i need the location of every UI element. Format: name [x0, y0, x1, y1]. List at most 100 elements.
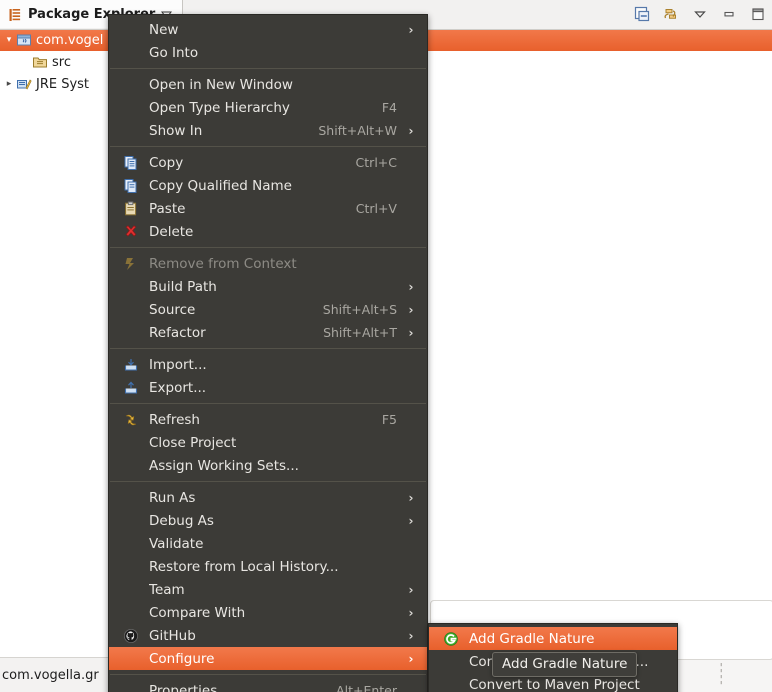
collapse-all-icon[interactable] [634, 6, 650, 22]
menu-item-open-in-new-window[interactable]: Open in New Window › [109, 73, 427, 96]
menu-item-open-type-hierarchy[interactable]: Open Type Hierarchy F4 › [109, 96, 427, 119]
menu-item-import[interactable]: Import... › [109, 353, 427, 376]
view-menu-icon[interactable] [692, 6, 708, 22]
menu-item-icon-placeholder [123, 605, 139, 621]
submenu-arrow-icon: › [408, 605, 414, 620]
submenu-arrow-icon: › [408, 22, 414, 37]
menu-separator [110, 247, 426, 248]
menu-item-shortcut: Shift+Alt+T [323, 325, 397, 340]
refresh-icon [123, 412, 139, 428]
menu-item-arrow-placeholder: › [405, 413, 417, 427]
minimize-icon[interactable] [721, 6, 737, 22]
menu-item-compare-with[interactable]: Compare With › [109, 601, 427, 624]
menu-item-copy-qualified-name[interactable]: Copy Qualified Name › [109, 174, 427, 197]
menu-item-paste[interactable]: Paste Ctrl+V › [109, 197, 427, 220]
menu-item-icon-placeholder [123, 279, 139, 295]
tooltip: Add Gradle Nature [492, 652, 638, 677]
menu-item-label: Run As [149, 489, 196, 506]
menu-item-copy[interactable]: Copy Ctrl+C › [109, 151, 427, 174]
context-menu[interactable]: New › Go Into › Open in New Window › Open Type… [108, 14, 428, 692]
menu-item-label: Configure [149, 650, 215, 667]
menu-item-label: Properties [149, 682, 218, 692]
menu-item-export[interactable]: Export... › [109, 376, 427, 399]
menu-item-label: Compare With [149, 604, 246, 621]
submenu-arrow-icon: › [408, 325, 414, 340]
menu-item-restore-from-local-history[interactable]: Restore from Local History... › [109, 555, 427, 578]
menu-separator [110, 674, 426, 675]
menu-item-label: Refresh [149, 411, 200, 428]
menu-item-icon-placeholder [123, 582, 139, 598]
submenu-arrow-icon: › [408, 582, 414, 597]
tree-twisty-icon[interactable]: ▾ [2, 29, 16, 51]
menu-item-icon-placeholder [123, 651, 139, 667]
submenu-item-icon-placeholder [443, 677, 459, 692]
menu-item-refactor[interactable]: Refactor Shift+Alt+T › [109, 321, 427, 344]
status-bar-handle[interactable] [669, 658, 772, 692]
submenu-arrow-icon: › [408, 279, 414, 294]
export-icon [123, 380, 139, 396]
menu-item-arrow-placeholder: › [405, 46, 417, 60]
submenu-item-add-gradle-nature[interactable]: Add Gradle Nature [429, 627, 677, 650]
package-explorer-icon [8, 7, 22, 21]
link-with-editor-icon[interactable] [663, 6, 679, 22]
menu-item-arrow-placeholder: › [405, 560, 417, 574]
submenu-item-icon-placeholder [443, 654, 459, 670]
menu-item-validate[interactable]: Validate › [109, 532, 427, 555]
menu-item-new[interactable]: New › [109, 18, 427, 41]
menu-item-label: Team [149, 581, 185, 598]
menu-item-label: Source [149, 301, 196, 318]
menu-item-close-project[interactable]: Close Project › [109, 431, 427, 454]
menu-item-refresh[interactable]: Refresh F5 › [109, 408, 427, 431]
menu-item-icon-placeholder [123, 683, 139, 692]
submenu-arrow-icon: › [408, 123, 414, 138]
menu-item-label: Go Into [149, 44, 199, 61]
eclipse-workbench: ▾ com.vogel src ▸ JRE Syst Package Explorer [0, 0, 772, 692]
menu-separator [110, 68, 426, 69]
menu-item-icon-placeholder [123, 302, 139, 318]
menu-item-delete[interactable]: Delete › [109, 220, 427, 243]
menu-item-arrow-placeholder: › [405, 459, 417, 473]
menu-item-arrow-placeholder: › [405, 225, 417, 239]
menu-item-go-into[interactable]: Go Into › [109, 41, 427, 64]
menu-item-build-path[interactable]: Build Path › [109, 275, 427, 298]
menu-item-team[interactable]: Team › [109, 578, 427, 601]
menu-item-shortcut: F4 [381, 100, 397, 115]
maximize-icon[interactable] [750, 6, 766, 22]
menu-item-source[interactable]: Source Shift+Alt+S › [109, 298, 427, 321]
java-project-icon [16, 32, 32, 48]
menu-item-properties[interactable]: Properties Alt+Enter › [109, 679, 427, 692]
menu-item-configure[interactable]: Configure › [109, 647, 427, 670]
menu-item-debug-as[interactable]: Debug As › [109, 509, 427, 532]
menu-item-shortcut: Alt+Enter [336, 683, 397, 692]
menu-item-icon-placeholder [123, 513, 139, 529]
menu-item-label: Copy [149, 154, 184, 171]
menu-item-label: Open in New Window [149, 76, 293, 93]
copy-icon [123, 155, 139, 171]
menu-item-arrow-placeholder: › [405, 202, 417, 216]
menu-item-label: GitHub [149, 627, 196, 644]
menu-item-label: Export... [149, 379, 207, 396]
view-toolbar [634, 0, 766, 28]
menu-item-show-in[interactable]: Show In Shift+Alt+W › [109, 119, 427, 142]
tree-twisty-icon[interactable]: ▸ [2, 73, 16, 95]
menu-item-label: Assign Working Sets... [149, 457, 299, 474]
menu-item-assign-working-sets[interactable]: Assign Working Sets... › [109, 454, 427, 477]
paste-icon [123, 201, 139, 217]
menu-item-run-as[interactable]: Run As › [109, 486, 427, 509]
submenu-arrow-icon: › [408, 513, 414, 528]
menu-item-label: Open Type Hierarchy [149, 99, 290, 116]
menu-separator [110, 481, 426, 482]
submenu-arrow-icon: › [408, 302, 414, 317]
github-icon [123, 628, 139, 644]
menu-item-icon-placeholder [123, 325, 139, 341]
menu-item-shortcut: Shift+Alt+W [318, 123, 397, 138]
menu-item-arrow-placeholder: › [405, 101, 417, 115]
menu-item-shortcut: Ctrl+V [355, 201, 397, 216]
menu-item-label: Build Path [149, 278, 217, 295]
menu-item-github[interactable]: GitHub › [109, 624, 427, 647]
menu-item-icon-placeholder [123, 458, 139, 474]
tree-item-label: JRE Syst [36, 76, 90, 92]
copy-qualified-name-icon [123, 178, 139, 194]
drag-handle-icon [720, 663, 722, 685]
menu-item-arrow-placeholder: › [405, 156, 417, 170]
